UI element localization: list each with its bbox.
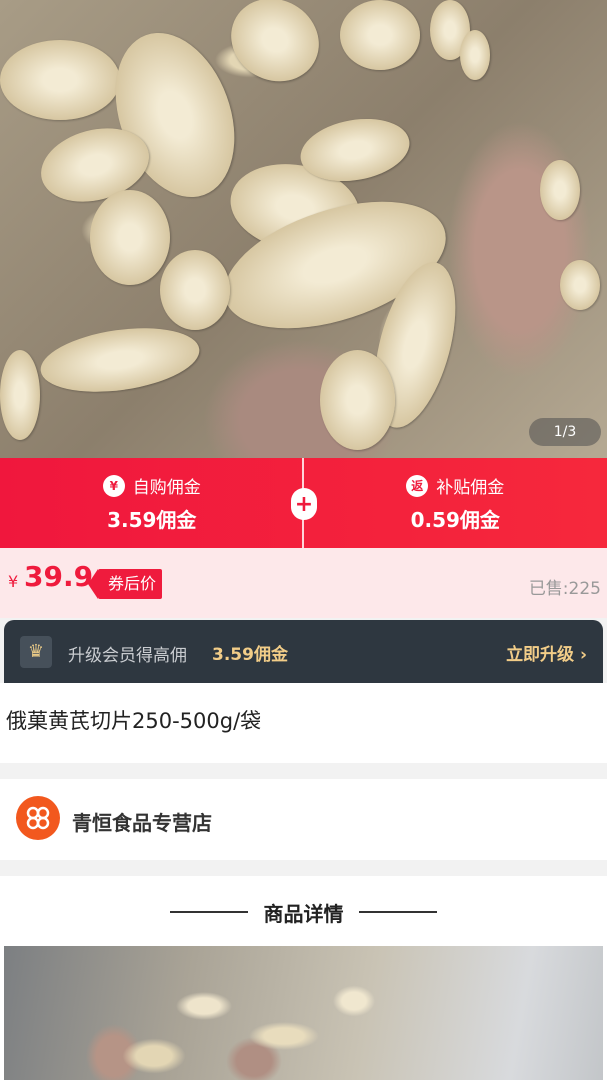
detail-image	[4, 946, 603, 1080]
upgrade-now-button[interactable]: 立即升级 ›	[506, 640, 587, 665]
yen-icon: ¥	[102, 474, 125, 497]
details-heading: 商品详情	[263, 902, 344, 926]
price-amount: 39.9	[24, 560, 94, 593]
sold-count: 已售:225	[528, 579, 601, 599]
product-details-section: 商品详情	[0, 876, 607, 1080]
product-title-card: 俄菓黄芪切片250-500g/袋	[0, 683, 607, 763]
store-card[interactable]: 青恒食品专营店	[0, 779, 607, 860]
heading-divider-right	[359, 911, 437, 913]
rebate-icon: 返	[406, 474, 429, 497]
self-buy-commission-label: 自购佣金	[132, 478, 201, 498]
crown-icon: ♛	[20, 636, 52, 668]
subsidy-commission-label: 补贴佣金	[436, 478, 505, 498]
store-name: 青恒食品专营店	[72, 811, 212, 835]
plus-icon: +	[291, 488, 317, 520]
coupon-price-badge: 券后价	[87, 569, 163, 599]
product-image-gallery[interactable]: 1/3	[0, 0, 607, 458]
product-title: 俄菓黄芪切片250-500g/袋	[6, 709, 262, 733]
self-buy-commission-value: 3.59佣金	[107, 508, 197, 532]
store-logo-icon	[16, 796, 60, 840]
image-counter: 1/3	[529, 418, 601, 446]
commission-bar: ¥ 自购佣金 3.59佣金 返 补贴佣金 0.59佣金 +	[0, 458, 607, 548]
vip-commission-amount: 3.59佣金	[212, 645, 288, 665]
vip-upgrade-bar[interactable]: ♛ 升级会员得高佣 3.59佣金 立即升级 ›	[4, 620, 603, 683]
price-row: ¥ 39.9 券后价 已售:225	[0, 548, 607, 618]
vip-promo-text: 升级会员得高佣	[68, 646, 187, 666]
subsidy-commission-value: 0.59佣金	[410, 508, 500, 532]
self-buy-commission: ¥ 自购佣金 3.59佣金	[0, 458, 304, 548]
currency-symbol: ¥	[8, 572, 19, 591]
subsidy-commission: 返 补贴佣金 0.59佣金	[304, 458, 607, 548]
